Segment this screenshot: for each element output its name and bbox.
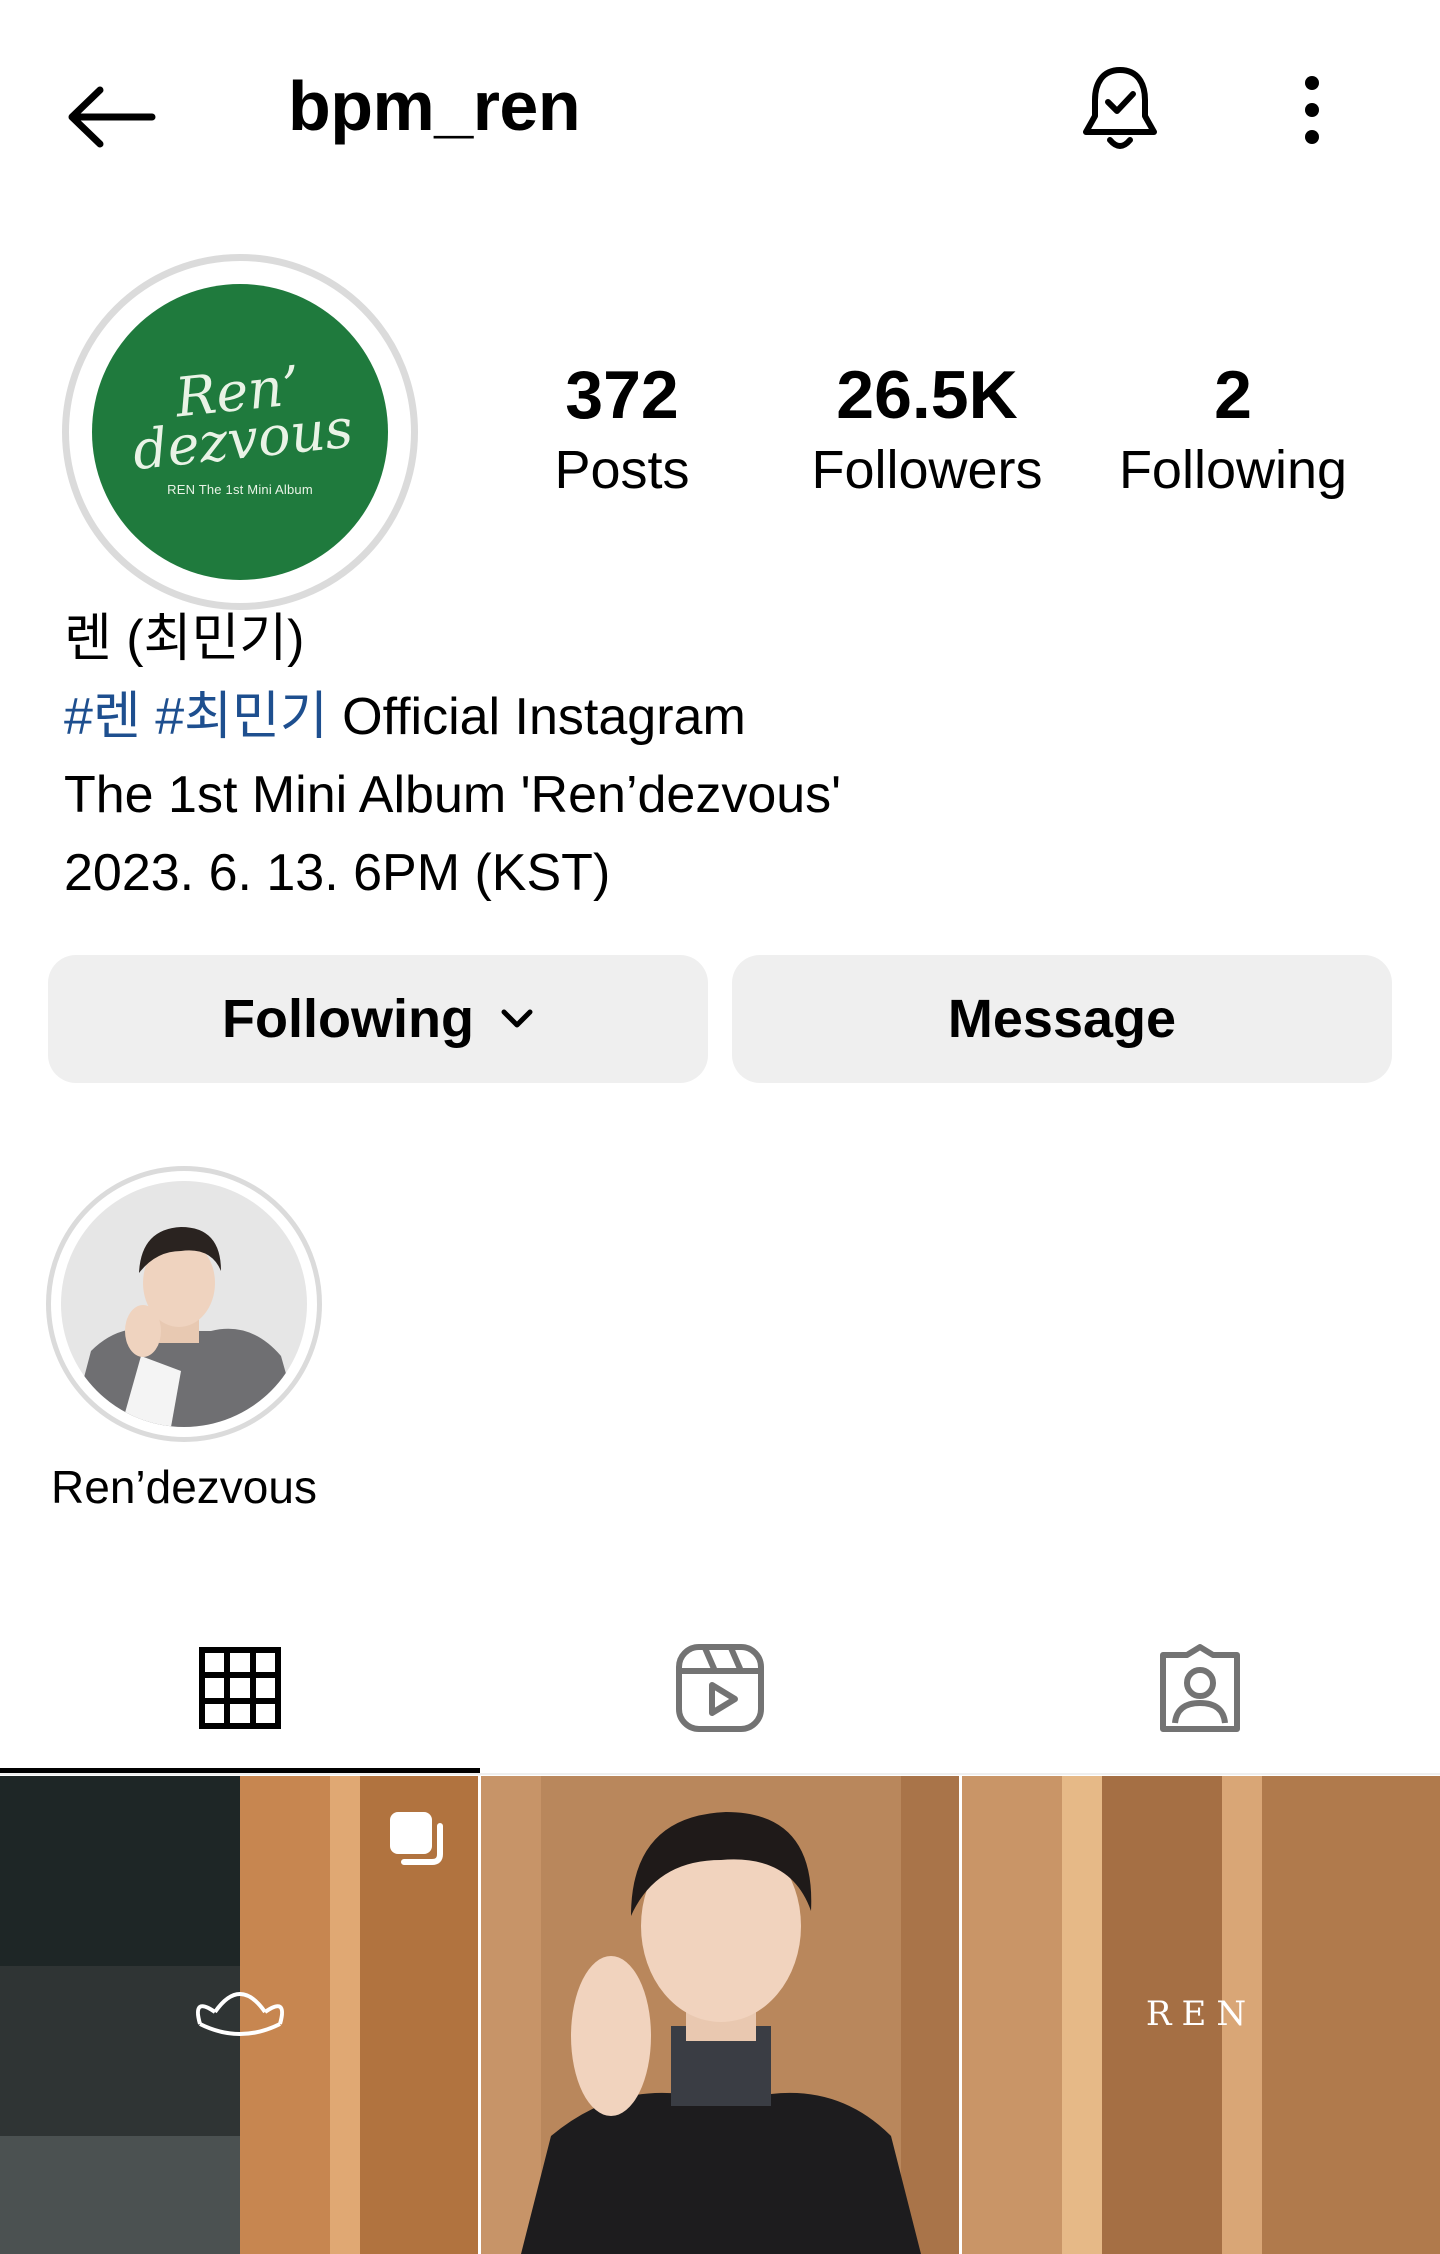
tab-tagged[interactable] <box>960 1600 1440 1776</box>
following-button[interactable]: Following <box>48 955 708 1083</box>
posts-count[interactable]: 372 Posts <box>492 355 752 505</box>
top-bar: bpm_ren <box>0 0 1440 230</box>
profile-tabs <box>0 1600 1440 1776</box>
stat-label: Following <box>1118 440 1348 500</box>
stat-label: Followers <box>811 440 1043 500</box>
bell-check-icon <box>1083 67 1157 149</box>
message-button-label: Message <box>947 989 1177 1049</box>
post-thumbnail[interactable]: REN <box>962 1776 1440 2254</box>
highlight-label: Ren’dezvous <box>51 1461 317 1513</box>
hashtag-link[interactable]: #렌 <box>64 688 141 746</box>
following-button-label: Following <box>222 989 474 1049</box>
profile-username: bpm_ren <box>288 67 581 145</box>
following-count[interactable]: 2 Following <box>1103 355 1363 505</box>
followers-count[interactable]: 26.5K Followers <box>797 355 1057 505</box>
tab-reels[interactable] <box>480 1600 960 1776</box>
avatar-subtitle: REN The 1st Mini Album <box>167 481 313 497</box>
story-highlight[interactable]: Ren’dezvous <box>46 1166 322 1514</box>
tabs-divider <box>0 1773 1440 1775</box>
stat-value: 26.5K <box>836 357 1018 433</box>
bio-date-line: 2023. 6. 13. 6PM (KST) <box>64 844 611 902</box>
more-options-button[interactable] <box>1270 60 1354 160</box>
bio-album-line: The 1st Mini Album 'Ren’dezvous' <box>64 766 842 824</box>
highlight-cover-image <box>61 1181 307 1427</box>
post-image <box>481 1776 959 2254</box>
hashtag-link[interactable]: #최민기 <box>155 688 327 746</box>
stat-value: 372 <box>565 357 679 433</box>
tab-posts[interactable] <box>0 1600 480 1776</box>
post-overlay-text: REN <box>1145 1994 1257 2034</box>
stat-label: Posts <box>554 440 690 500</box>
arrow-left-icon <box>68 86 156 148</box>
post-thumbnail[interactable] <box>0 1776 478 2254</box>
avatar-logo: Ren’ dezvous <box>129 353 356 482</box>
grid-icon <box>199 1647 281 1729</box>
more-vertical-icon <box>1305 76 1319 144</box>
bio-hashtags-line: #렌 #최민기 Official Instagram <box>64 678 841 756</box>
chevron-down-icon <box>500 1008 534 1030</box>
back-button[interactable] <box>60 72 160 162</box>
message-button[interactable]: Message <box>732 955 1392 1083</box>
profile-avatar-ring[interactable]: Ren’ dezvous REN The 1st Mini Album <box>62 254 418 610</box>
bio-text: Official Instagram <box>327 688 746 746</box>
posts-grid: REN <box>0 1776 1440 2254</box>
profile-bio: 렌 (최민기) #렌 #최민기 Official Instagram The 1… <box>64 600 841 912</box>
multiple-posts-icon <box>390 1812 443 1865</box>
highlight-ring <box>46 1166 322 1442</box>
notifications-button[interactable] <box>1070 60 1170 160</box>
tagged-user-icon <box>1160 1644 1240 1732</box>
profile-avatar: Ren’ dezvous REN The 1st Mini Album <box>92 284 388 580</box>
reels-icon <box>676 1644 764 1732</box>
bio-name: 렌 (최민기) <box>64 610 305 668</box>
stat-value: 2 <box>1214 357 1252 433</box>
post-thumbnail[interactable] <box>481 1776 959 2254</box>
